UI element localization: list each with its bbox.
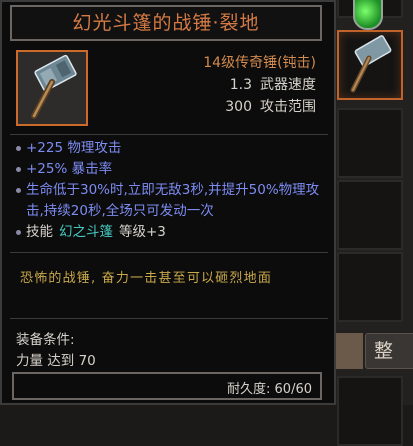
weapon-speed: 1.3 武器速度 bbox=[203, 74, 316, 96]
divider bbox=[10, 318, 328, 319]
bullet-icon bbox=[16, 146, 21, 151]
inventory-slot-selected[interactable] bbox=[337, 30, 403, 100]
item-tooltip: 幻光斗篷的战锤·裂地 14级传奇锤(钝击) 1.3 武器速度 300 攻击范围 +2… bbox=[0, 0, 336, 405]
warhammer-icon bbox=[350, 35, 392, 93]
affix-line: 生命低于30%时,立即无敌3秒,并提升50%物理攻击,持续20秒,全场只可发动一… bbox=[16, 180, 326, 222]
inventory-slot[interactable] bbox=[337, 108, 403, 178]
affix-list: +225 物理攻击 +25% 暴击率 生命低于30%时,立即无敌3秒,并提升50… bbox=[16, 138, 326, 243]
affix-text: +225 物理攻击 bbox=[26, 140, 122, 156]
flavor-text: 恐怖的战锤, 奋力一击甚至可以砸烈地面 bbox=[20, 271, 273, 286]
affix-text: +25% 暴击率 bbox=[26, 161, 113, 177]
inventory-slot[interactable] bbox=[337, 376, 403, 446]
green-potion-icon bbox=[353, 0, 383, 30]
divider bbox=[10, 134, 328, 135]
item-title: 幻光斗篷的战锤·裂地 bbox=[10, 5, 322, 41]
skill-level: 等级+3 bbox=[119, 224, 166, 240]
skill-line: 技能 幻之斗篷 等级+3 bbox=[16, 222, 326, 243]
item-type-line: 14级传奇锤(钝击) bbox=[203, 55, 316, 71]
item-icon-frame bbox=[16, 50, 88, 126]
inventory-slot[interactable] bbox=[337, 180, 403, 250]
weapon-speed-value: 1.3 bbox=[229, 77, 252, 93]
divider bbox=[10, 252, 328, 253]
durability-box: 耐久度: 60/60 bbox=[12, 372, 322, 400]
skill-name: 幻之斗篷 bbox=[59, 224, 113, 240]
requirement-strength: 力量 达到 70 bbox=[16, 353, 96, 369]
item-base-stats: 14级传奇锤(钝击) 1.3 武器速度 300 攻击范围 bbox=[203, 52, 316, 118]
inventory-slot-potion[interactable] bbox=[337, 0, 403, 30]
affix-line: +225 物理攻击 bbox=[16, 138, 326, 159]
affix-line: +25% 暴击率 bbox=[16, 159, 326, 180]
weapon-speed-label: 武器速度 bbox=[260, 77, 316, 93]
bullet-icon bbox=[16, 230, 21, 235]
requirements-label: 装备条件: bbox=[16, 332, 75, 348]
attack-range-label: 攻击范围 bbox=[260, 99, 316, 115]
affix-text: 生命低于30%时,立即无敌3秒,并提升50%物理攻击,持续20秒,全场只可发动一… bbox=[26, 182, 320, 219]
bullet-icon bbox=[16, 167, 21, 172]
attack-range-value: 300 bbox=[225, 99, 252, 115]
skill-prefix: 技能 bbox=[26, 224, 53, 240]
durability-value: 耐久度: 60/60 bbox=[227, 382, 312, 397]
attack-range: 300 攻击范围 bbox=[203, 96, 316, 118]
sort-button[interactable]: 整 bbox=[365, 333, 413, 369]
inventory-slot[interactable] bbox=[337, 252, 403, 322]
warhammer-icon bbox=[31, 54, 77, 119]
bullet-icon bbox=[16, 188, 21, 193]
inventory-panel: 整 bbox=[325, 0, 413, 446]
